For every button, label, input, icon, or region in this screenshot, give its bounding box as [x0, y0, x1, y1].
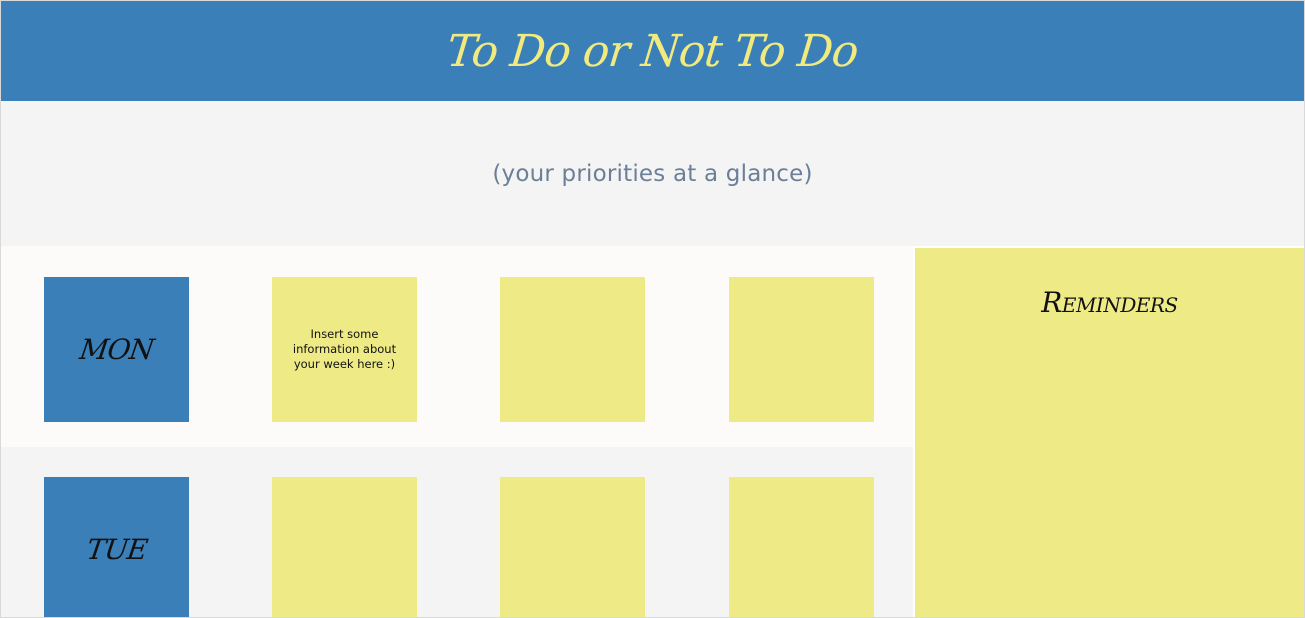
day-row-tue: TUE: [1, 447, 913, 617]
note-text: Insert some information about your week …: [292, 327, 397, 371]
day-label-box: MON: [44, 277, 189, 422]
sticky-note[interactable]: [729, 477, 874, 617]
tagline: (your priorities at a glance): [492, 160, 813, 187]
sticky-note[interactable]: [500, 477, 645, 617]
reminders-title: Reminders: [1041, 286, 1178, 319]
page-title: To Do or Not To Do: [444, 25, 861, 77]
page-frame: To Do or Not To Do (your priorities at a…: [0, 0, 1305, 618]
sticky-note[interactable]: Insert some information about your week …: [272, 277, 417, 422]
day-label: TUE: [84, 533, 149, 566]
reminders-panel[interactable]: Reminders: [915, 248, 1304, 617]
day-label: MON: [77, 333, 156, 366]
sticky-note[interactable]: [272, 477, 417, 617]
subheader: (your priorities at a glance): [1, 101, 1304, 246]
day-row-mon: MON Insert some information about your w…: [1, 246, 913, 447]
sticky-note[interactable]: [729, 277, 874, 422]
header-banner: To Do or Not To Do: [1, 1, 1304, 101]
sticky-note[interactable]: [500, 277, 645, 422]
day-label-box: TUE: [44, 477, 189, 617]
